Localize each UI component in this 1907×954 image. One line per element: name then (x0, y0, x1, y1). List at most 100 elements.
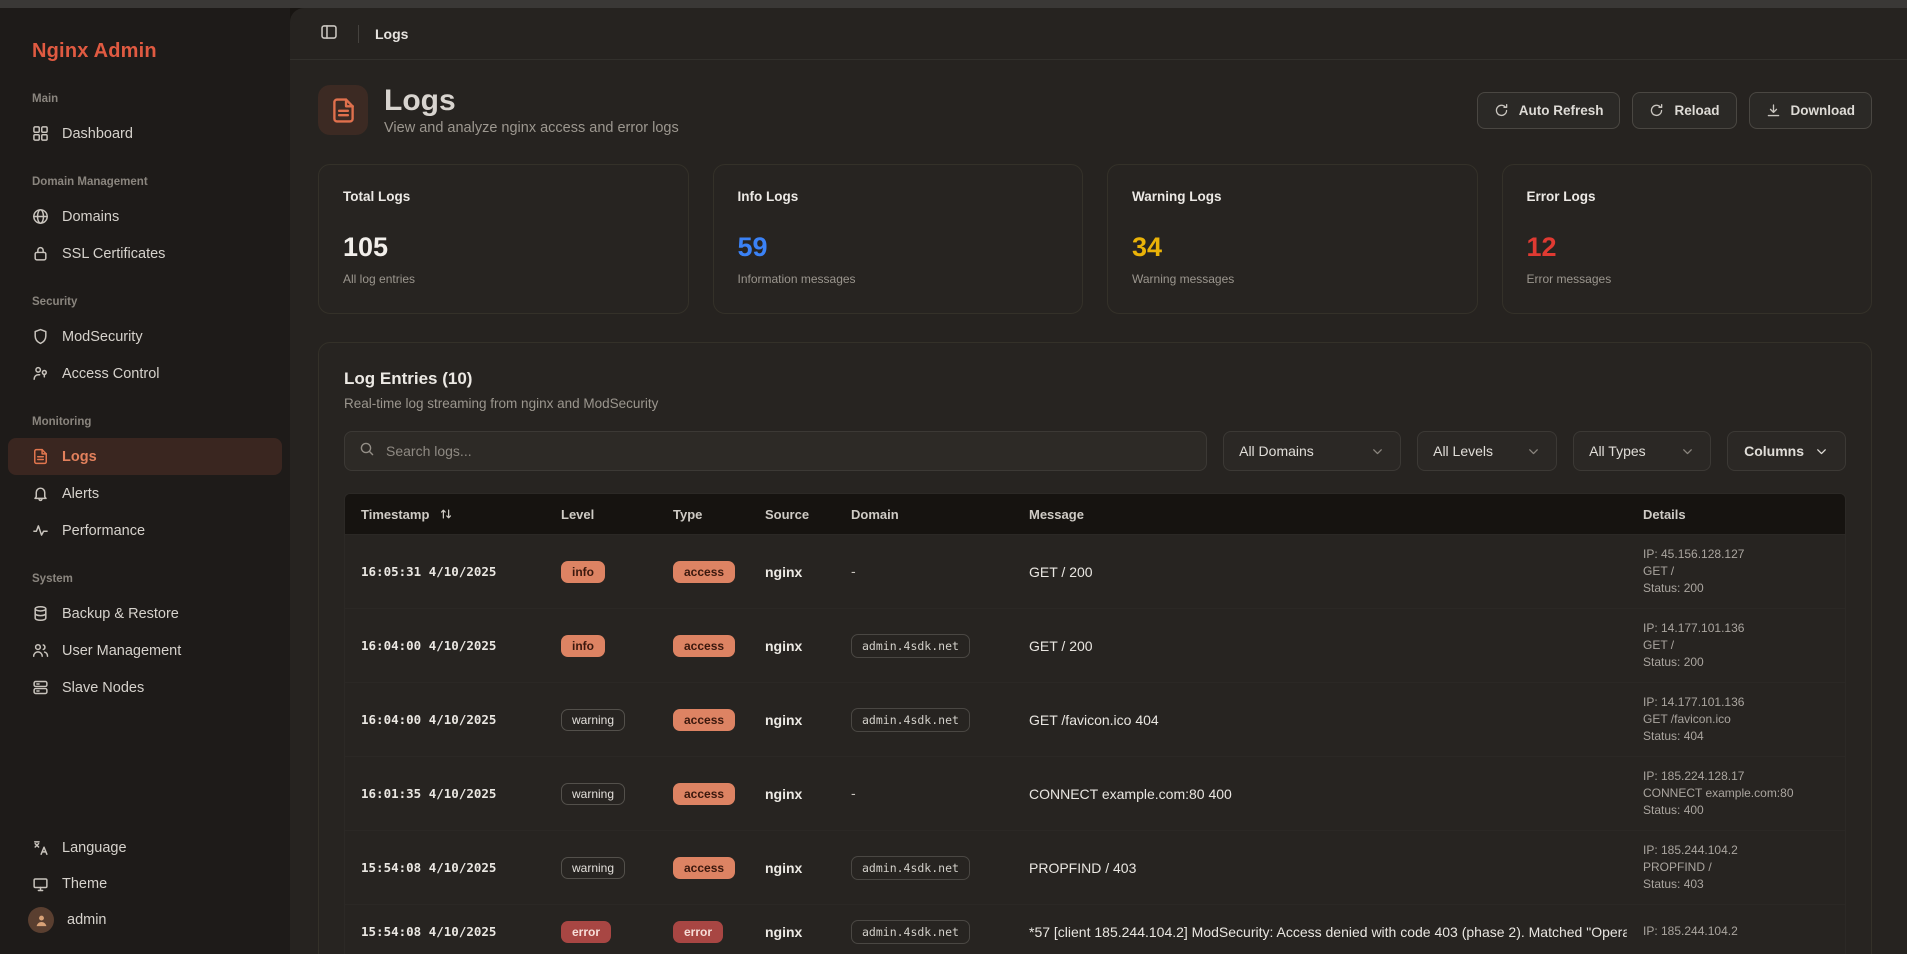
button-label: Auto Refresh (1518, 102, 1604, 118)
translate-icon (32, 840, 49, 857)
header-actions: Auto Refresh Reload Download (1476, 91, 1872, 129)
log-message: *57 [client 185.244.104.2] ModSecurity: … (1029, 923, 1627, 940)
button-label: Download (1790, 102, 1856, 118)
log-domain-cell: admin.4sdk.net (835, 919, 1013, 944)
page-title: Logs (384, 84, 456, 117)
columns-button[interactable]: Columns (1727, 431, 1846, 471)
topbar: Logs (290, 8, 1907, 60)
log-source: nginx (765, 785, 803, 802)
search-icon (359, 441, 375, 462)
column-header-label: Level (561, 506, 595, 522)
log-row[interactable]: 15:54:08 4/10/2025 warning access nginx admi… (345, 830, 1845, 904)
sidebar-item-ssl-certificates[interactable]: SSL Certificates (8, 235, 282, 272)
log-level-cell: warning (545, 782, 657, 805)
column-header-label: Type (673, 506, 703, 522)
log-detail-line: CONNECT example.com:80 (1643, 786, 1794, 800)
log-detail-line: IP: 14.177.101.136 (1643, 621, 1745, 635)
log-table-body: 16:05:31 4/10/2025 info access nginx - GET / … (345, 534, 1845, 954)
sidebar-item-label: User Management (62, 642, 182, 659)
stat-value: 59 (737, 232, 768, 262)
sort-icon[interactable] (439, 507, 453, 521)
sidebar: Nginx Admin Main Dashboard Domain Manageme… (0, 8, 290, 954)
log-entries-title: Log Entries (10) (344, 369, 473, 388)
sidebar-item-modsecurity[interactable]: ModSecurity (8, 318, 282, 355)
filter-label: All Types (1589, 443, 1646, 459)
panel-left-icon (320, 23, 338, 44)
log-level-cell: warning (545, 856, 657, 879)
sidebar-item-domains[interactable]: Domains (8, 198, 282, 235)
type-badge: error (673, 920, 724, 943)
log-table-header: Timestamp Level Type Source Domain Message Det… (345, 494, 1845, 534)
app-title: Nginx Admin (32, 40, 157, 62)
sidebar-item-access-control[interactable]: Access Control (8, 355, 282, 392)
log-timestamp: 15:54:08 4/10/2025 (361, 924, 497, 939)
sidebar-toggle-button[interactable] (316, 19, 342, 48)
sidebar-item-performance[interactable]: Performance (8, 512, 282, 549)
log-type-cell: access (657, 708, 749, 731)
column-header-label: Details (1643, 506, 1686, 522)
stat-title: Info Logs (737, 189, 799, 204)
sidebar-item-dashboard[interactable]: Dashboard (8, 115, 282, 152)
download-button[interactable]: Download (1748, 91, 1872, 129)
filter-all-levels[interactable]: All Levels (1417, 431, 1558, 471)
search-input[interactable] (386, 443, 1193, 459)
stat-card-warning-logs: Warning Logs 34 Warning messages (1107, 164, 1478, 314)
column-header-timestamp[interactable]: Timestamp (345, 507, 545, 522)
filter-all-domains[interactable]: All Domains (1223, 431, 1402, 471)
sidebar-footer-item-language[interactable]: Language (8, 830, 282, 866)
log-level-cell: info (545, 560, 657, 583)
log-source: nginx (765, 923, 803, 940)
log-domain-cell: admin.4sdk.net (835, 707, 1013, 732)
log-row[interactable]: 16:04:00 4/10/2025 info access nginx admin.4… (345, 608, 1845, 682)
topbar-separator (358, 24, 359, 43)
column-header-type: Type (657, 507, 749, 522)
sidebar-item-label: Access Control (62, 365, 160, 382)
log-row[interactable]: 16:01:35 4/10/2025 warning access nginx - CON… (345, 756, 1845, 830)
refresh-icon (1494, 103, 1509, 118)
main-panel: Logs Logs View and analyze nginx access … (290, 8, 1907, 954)
log-row[interactable]: 16:05:31 4/10/2025 info access nginx - GET / … (345, 534, 1845, 608)
sidebar-item-backup-restore[interactable]: Backup & Restore (8, 595, 282, 632)
sidebar-footer-item-theme[interactable]: Theme (8, 866, 282, 902)
stat-value: 12 (1526, 232, 1557, 262)
filter-all-types[interactable]: All Types (1573, 431, 1712, 471)
log-type-cell: access (657, 634, 749, 657)
breadcrumb: Logs (375, 25, 409, 42)
reload-button[interactable]: Reload (1632, 91, 1737, 129)
auto-refresh-button[interactable]: Auto Refresh (1476, 91, 1621, 129)
log-toolbar: All Domains All Levels All Types Columns (344, 431, 1846, 471)
column-header-details: Details (1627, 507, 1845, 522)
log-detail-line: Status: 403 (1643, 877, 1704, 891)
filter-label: All Levels (1433, 443, 1494, 459)
log-row[interactable]: 15:54:08 4/10/2025 error error nginx admin.4… (345, 904, 1845, 954)
log-detail-line: IP: 185.244.104.2 (1643, 843, 1738, 857)
log-timestamp: 16:05:31 4/10/2025 (361, 564, 497, 579)
refresh-icon (1649, 103, 1664, 118)
chevron-down-icon (1680, 444, 1695, 459)
window-top-strip (0, 0, 1907, 8)
log-domain-cell: admin.4sdk.net (835, 633, 1013, 658)
sidebar-item-user-management[interactable]: User Management (8, 632, 282, 669)
sidebar-footer-item-admin[interactable]: admin (8, 902, 282, 938)
sidebar-item-label: Slave Nodes (62, 679, 145, 696)
type-badge: access (673, 856, 736, 879)
sidebar-item-slave-nodes[interactable]: Slave Nodes (8, 669, 282, 706)
users-icon (32, 642, 49, 659)
download-icon (1766, 103, 1781, 118)
log-domain-cell: admin.4sdk.net (835, 855, 1013, 880)
column-header-domain: Domain (835, 507, 1013, 522)
log-type-cell: access (657, 560, 749, 583)
log-level-cell: info (545, 634, 657, 657)
sidebar-section-label-system: System (32, 573, 73, 585)
chevron-down-icon (1526, 444, 1541, 459)
log-row[interactable]: 16:04:00 4/10/2025 warning access nginx admi… (345, 682, 1845, 756)
sidebar-item-alerts[interactable]: Alerts (8, 475, 282, 512)
domain-badge: admin.4sdk.net (851, 633, 970, 658)
column-header-label: Timestamp (361, 506, 430, 522)
log-detail-line: PROPFIND / (1643, 860, 1712, 874)
log-detail-line: Status: 200 (1643, 655, 1704, 669)
log-details: IP: 185.244.104.2 (1627, 923, 1845, 940)
page-content: Logs View and analyze nginx access and e… (290, 60, 1907, 954)
log-level-cell: error (545, 920, 657, 943)
sidebar-item-logs[interactable]: Logs (8, 438, 282, 475)
